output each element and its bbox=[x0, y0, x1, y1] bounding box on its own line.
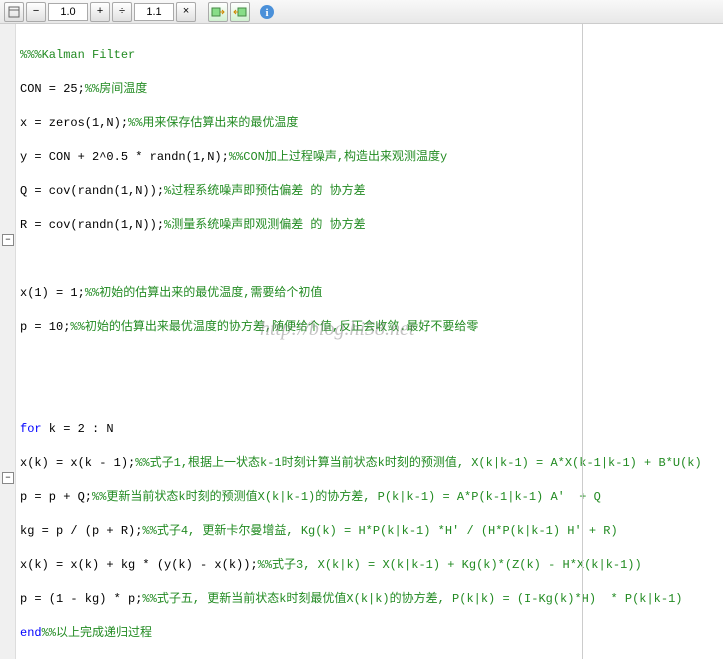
fold-marker[interactable]: − bbox=[2, 234, 14, 246]
code-text: Q = cov(randn(1,N)); bbox=[20, 184, 164, 198]
code-text: x(k) = x(k - 1); bbox=[20, 456, 135, 470]
divide-button[interactable]: ÷ bbox=[112, 2, 132, 22]
code-text: %测量系统噪声即观测偏差 的 协方差 bbox=[164, 218, 366, 232]
code-text: %%式子4, 更新卡尔曼增益, Kg(k) = H*P(k|k-1) *H' /… bbox=[142, 524, 617, 538]
code-text: %%式子五, 更新当前状态k时刻最优值X(k|k)的协方差, P(k|k) = … bbox=[142, 592, 682, 606]
code-text: p = (1 - kg) * p; bbox=[20, 592, 142, 606]
svg-text:i: i bbox=[265, 7, 268, 19]
code-text: x(1) = 1; bbox=[20, 286, 85, 300]
code-text: %%房间温度 bbox=[85, 82, 147, 96]
code-text: x(k) = x(k) + kg * (y(k) - x(k)); bbox=[20, 558, 258, 572]
code-text: CON = 25; bbox=[20, 82, 85, 96]
code-text: end bbox=[20, 626, 42, 640]
vertical-split[interactable] bbox=[582, 24, 583, 659]
code-text: %%初始的估算出来的最优温度,需要给个初值 bbox=[85, 286, 323, 300]
code-area[interactable]: %%%Kalman Filter CON = 25;%%房间温度 x = zer… bbox=[16, 24, 723, 659]
find-next-button[interactable] bbox=[208, 2, 228, 22]
value-input-1[interactable] bbox=[48, 3, 88, 21]
code-text: %过程系统噪声即预估偏差 的 协方差 bbox=[164, 184, 366, 198]
code-editor[interactable]: − − %%%Kalman Filter CON = 25;%%房间温度 x =… bbox=[0, 24, 723, 659]
value-input-2[interactable] bbox=[134, 3, 174, 21]
code-text: %%用来保存估算出来的最优温度 bbox=[128, 116, 298, 130]
fold-marker[interactable]: − bbox=[2, 472, 14, 484]
info-icon[interactable]: i bbox=[258, 3, 276, 21]
gutter: − − bbox=[0, 24, 16, 659]
code-text: kg = p / (p + R); bbox=[20, 524, 142, 538]
toolbar: − + ÷ × i bbox=[0, 0, 723, 24]
code-text: %%%Kalman Filter bbox=[20, 48, 135, 62]
code-text: %%CON加上过程噪声,构造出来观测温度y bbox=[229, 150, 447, 164]
code-text: %%以上完成递归过程 bbox=[42, 626, 152, 640]
code-text: y = CON + 2^0.5 * randn(1,N); bbox=[20, 150, 229, 164]
code-text: k = 2 : N bbox=[42, 422, 114, 436]
code-text: x = zeros(1,N); bbox=[20, 116, 128, 130]
code-text: R = cov(randn(1,N)); bbox=[20, 218, 164, 232]
code-text: for bbox=[20, 422, 42, 436]
minus-button[interactable]: − bbox=[26, 2, 46, 22]
toolbar-button-1[interactable] bbox=[4, 2, 24, 22]
code-text: p = 10; bbox=[20, 320, 70, 334]
code-text: %%式子1,根据上一状态k-1时刻计算当前状态k时刻的预测值, X(k|k-1)… bbox=[135, 456, 701, 470]
code-text: p = p + Q; bbox=[20, 490, 92, 504]
code-text: %%式子3, X(k|k) = X(k|k-1) + Kg(k)*(Z(k) -… bbox=[258, 558, 642, 572]
times-button[interactable]: × bbox=[176, 2, 196, 22]
plus-button[interactable]: + bbox=[90, 2, 110, 22]
code-text: %%初始的估算出来最优温度的协方差,随便给个值,反正会收敛.最好不要给零 bbox=[70, 320, 478, 334]
code-text: %%更新当前状态k时刻的预测值X(k|k-1)的协方差, P(k|k-1) = … bbox=[92, 490, 601, 504]
find-prev-button[interactable] bbox=[230, 2, 250, 22]
